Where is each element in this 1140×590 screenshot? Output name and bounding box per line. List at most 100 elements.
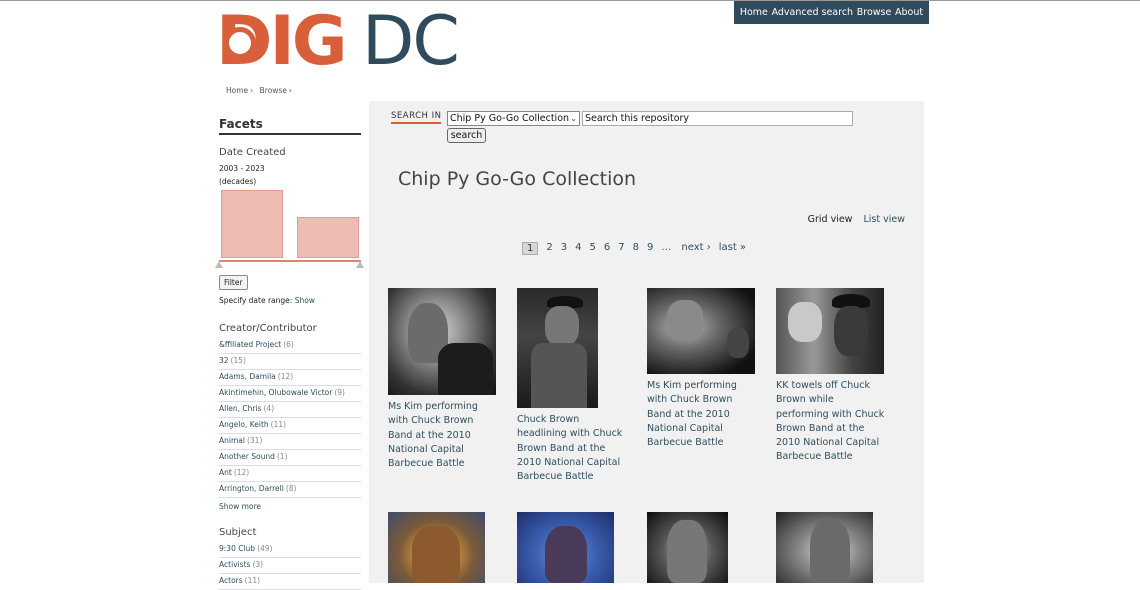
photo-thumbnail[interactable] [517,512,614,583]
list-item[interactable]: Another Sound (1) [219,450,361,466]
photo-thumbnail[interactable] [776,512,873,583]
list-item[interactable]: Allen, Chris (4) [219,402,361,418]
facet-label[interactable]: 32 [219,356,229,365]
pager-next[interactable]: next › [681,242,710,255]
logo-dc: DC [362,2,460,81]
photo-thumbnail[interactable] [388,288,496,395]
creator-show-more[interactable]: Show more [219,502,361,511]
pager-page[interactable]: 3 [561,242,567,255]
photo-thumbnail[interactable] [647,288,755,374]
grid-item[interactable]: Ms Kim performing with Chuck Brown Band … [388,288,498,471]
list-item[interactable]: Animal (31) [219,434,361,450]
list-item[interactable]: Activists (3) [219,558,361,574]
facet-count: (8) [285,484,297,493]
photo-thumbnail[interactable] [776,288,884,374]
date-unit: (decades) [219,177,257,186]
digdc-logo[interactable]: DIG DC [216,5,491,79]
facets-sidebar: Facets Date Created 2003 - 2023 (decades… [215,117,364,590]
nav-about[interactable]: About [895,7,923,18]
photo-subject-figure [438,343,493,395]
pager-page[interactable]: 5 [590,242,596,255]
grid-item[interactable] [776,512,886,588]
date-histogram[interactable] [215,190,364,268]
grid-item[interactable] [388,512,498,588]
list-item[interactable]: Ant (12) [219,466,361,482]
pager-page[interactable]: 6 [604,242,610,255]
breadcrumb-browse[interactable]: Browse [260,86,287,95]
subject-heading: Subject [219,527,257,538]
range-handle-left[interactable] [215,261,223,268]
item-caption[interactable]: Ms Kim performing with Chuck Brown Band … [647,379,757,450]
facet-label[interactable]: 9:30 Club [219,544,255,553]
grid-item[interactable] [517,512,627,588]
facet-label[interactable]: Activists [219,560,250,569]
list-item[interactable]: &ffiliated Project (6) [219,338,361,354]
pager-page[interactable]: 8 [633,242,639,255]
search-button[interactable]: search [447,128,486,143]
grid-view-button[interactable]: Grid view [808,214,853,225]
facet-label[interactable]: Allen, Chris [219,404,262,413]
search-in-label: SEARCH IN [391,111,442,124]
grid-item[interactable]: Ms Kim performing with Chuck Brown Band … [647,288,757,450]
photo-thumbnail[interactable] [517,288,598,408]
pager-page[interactable]: 1 [522,242,539,255]
grid-item[interactable]: KK towels off Chuck Brown while performi… [776,288,886,465]
collection-select-value: Chip Py Go-Go Collection [450,113,570,124]
histogram-bar[interactable] [221,190,283,258]
show-date-range-link[interactable]: Show [295,296,315,305]
pager-page[interactable]: 2 [546,242,552,255]
creator-list: &ffiliated Project (6) 32 (15) Adams, Dami… [219,338,361,498]
facet-label[interactable]: Arrington, Darrell [219,484,284,493]
facet-count: (11) [244,576,261,585]
facet-label[interactable]: Angelo, Keith [219,420,269,429]
breadcrumb-separator: › [250,86,254,95]
pager-last[interactable]: last » [719,242,746,255]
search-input[interactable]: Search this repository [582,111,853,126]
item-caption[interactable]: KK towels off Chuck Brown while performi… [776,379,886,465]
nav-advanced-search[interactable]: Advanced search [772,7,854,18]
facet-label[interactable]: &ffiliated Project [219,340,281,349]
filter-button[interactable]: Filter [219,275,248,290]
list-item[interactable]: Arrington, Darrell (8) [219,482,361,498]
facet-count: (49) [257,544,273,553]
facet-label[interactable]: Akintimehin, Olubowale Victor [219,388,332,397]
grid-item[interactable] [647,512,757,588]
list-view-link[interactable]: List view [863,214,905,225]
facet-count: (15) [230,356,246,365]
breadcrumb-home[interactable]: Home [226,86,248,95]
magnifier-icon [224,27,256,59]
photo-subject-figure [788,302,822,342]
specify-date-range-label: Specify date range: [219,296,293,305]
list-item[interactable]: Akintimehin, Olubowale Victor (9) [219,386,361,402]
list-item[interactable]: Adams, Damila (12) [219,370,361,386]
facet-count: (31) [246,436,263,445]
facet-label[interactable]: Adams, Damila [219,372,276,381]
pager-page[interactable]: 9 [647,242,653,255]
facet-label[interactable]: Another Sound [219,452,275,461]
photo-subject-figure [667,300,703,340]
nav-home[interactable]: Home [740,7,768,18]
photo-thumbnail[interactable] [388,512,485,583]
facet-label[interactable]: Animal [219,436,245,445]
range-handle-right[interactable] [356,261,364,268]
photo-thumbnail[interactable] [647,512,728,583]
collection-select[interactable]: Chip Py Go-Go Collection ⌄ [447,111,580,126]
facet-label[interactable]: Ant [219,468,232,477]
item-caption[interactable]: Ms Kim performing with Chuck Brown Band … [388,400,498,471]
breadcrumb-separator: › [288,86,292,95]
grid-item[interactable]: Chuck Brown headlining with Chuck Brown … [517,288,627,484]
nav-browse[interactable]: Browse [857,7,892,18]
histogram-bar[interactable] [297,217,359,258]
top-navigation: Home Advanced search Browse About [734,1,929,24]
item-caption[interactable]: Chuck Brown headlining with Chuck Brown … [517,413,627,484]
pager-page[interactable]: 4 [575,242,581,255]
photo-subject-figure [834,306,868,356]
facet-label[interactable]: Actors [219,576,243,585]
list-item[interactable]: Angelo, Keith (11) [219,418,361,434]
pager-page[interactable]: 7 [618,242,624,255]
list-item[interactable]: 9:30 Club (49) [219,542,361,558]
list-item[interactable]: 32 (15) [219,354,361,370]
list-item[interactable]: Actors (11) [219,574,361,590]
creator-heading: Creator/Contributor [219,323,317,334]
facet-count: (12) [233,468,250,477]
